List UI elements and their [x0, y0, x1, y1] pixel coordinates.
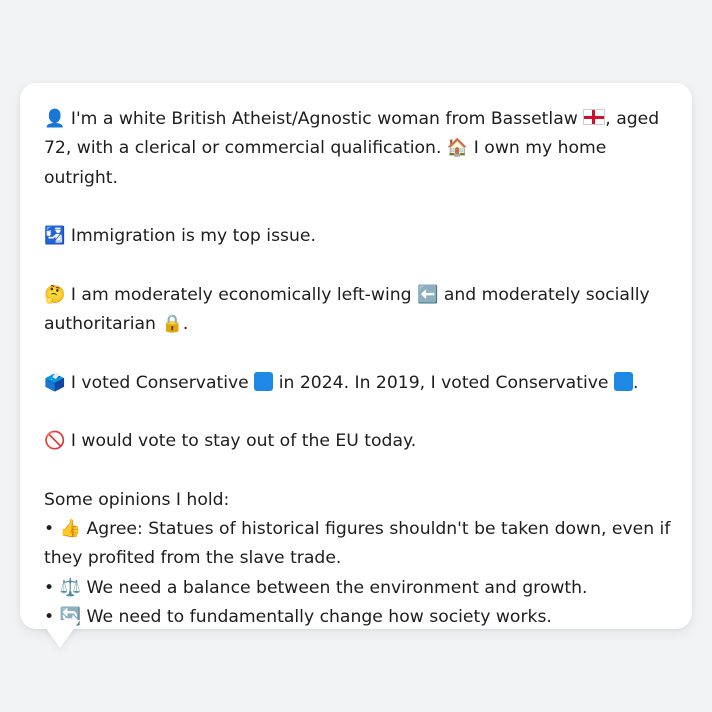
message-bubble: 👤 I'm a white British Atheist/Agnostic w… [20, 83, 692, 629]
blue-square-icon [613, 371, 633, 391]
left-arrow-icon: ⬅️ [417, 284, 439, 305]
bubble-tail [40, 620, 80, 648]
prohibited-icon: 🚫 [44, 431, 66, 452]
opinions-section: Some opinions I hold: • 👍 Agree: Statues… [44, 486, 672, 632]
opinion-text: Agree: Statues of historical figures sho… [44, 519, 671, 569]
opinion-item: • 🔄 We need to fundamentally change how … [44, 607, 552, 628]
issue-paragraph: 🛂 Immigration is my top issue. [44, 222, 672, 251]
ideology-paragraph: 🤔 I am moderately economically left-wing… [44, 281, 672, 340]
person-icon: 👤 [44, 109, 66, 129]
vote-end: . [632, 372, 639, 393]
opinion-text: We need to fundamentally change how soci… [86, 607, 552, 628]
issue-text: Immigration is my top issue. [70, 226, 316, 247]
england-flag-icon [583, 109, 606, 125]
opinion-item: • ⚖️ We need a balance between the envir… [44, 577, 588, 598]
passport-control-icon: 🛂 [44, 226, 66, 247]
lock-icon: 🔒 [161, 314, 183, 335]
eu-paragraph: 🚫 I would vote to stay out of the EU tod… [44, 427, 672, 456]
ballot-box-icon: 🗳️ [44, 372, 66, 393]
opinions-heading: Some opinions I hold: [44, 489, 230, 510]
vote-text-b: in 2024. In 2019, I voted Conservative [278, 372, 609, 393]
balance-scale-icon: ⚖️ [59, 577, 82, 598]
ideology-end: . [182, 314, 189, 335]
vote-text-a: I voted Conservative [70, 372, 249, 393]
thumbs-up-icon: 👍 [59, 519, 82, 540]
intro-text-a: I'm a white British Atheist/Agnostic wom… [70, 109, 578, 129]
opinion-item: • 👍 Agree: Statues of historical figures… [44, 519, 671, 569]
eu-text: I would vote to stay out of the EU today… [70, 431, 417, 452]
opinion-text: We need a balance between the environmen… [86, 577, 588, 598]
thinking-face-icon: 🤔 [44, 284, 66, 305]
ideology-text-a: I am moderately economically left-wing [70, 284, 412, 305]
blue-square-icon [254, 371, 274, 391]
house-icon: 🏠 [446, 138, 469, 159]
intro-paragraph: 👤 I'm a white British Atheist/Agnostic w… [44, 105, 672, 193]
vote-paragraph: 🗳️ I voted Conservative in 2024. In 2019… [44, 369, 672, 398]
